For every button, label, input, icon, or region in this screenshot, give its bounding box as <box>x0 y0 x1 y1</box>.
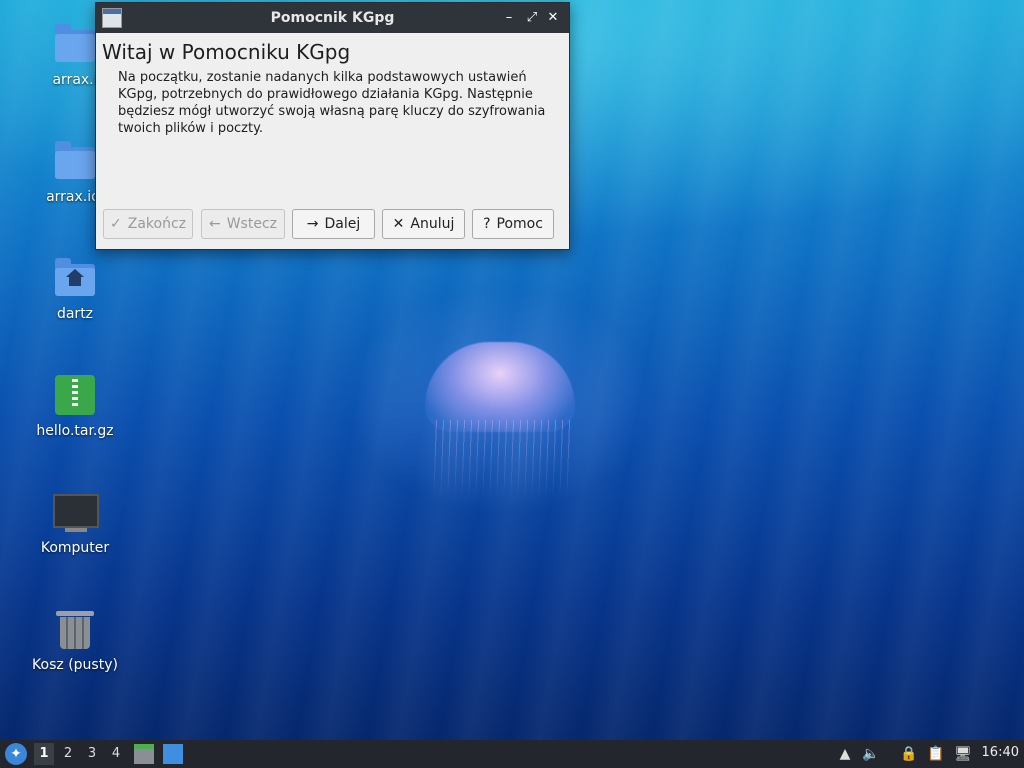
tray-expand-icon[interactable]: ▲ <box>836 744 854 764</box>
workspace-4[interactable]: 4 <box>106 743 126 765</box>
folder-icon <box>55 24 95 62</box>
wizard-description: Na początku, zostanie nadanych kilka pod… <box>118 70 546 136</box>
network-icon[interactable]: 🖥 <box>954 744 972 764</box>
arrow-right-icon: → <box>306 216 319 232</box>
check-icon: ✓ <box>110 216 122 232</box>
help-icon: ? <box>483 216 491 232</box>
lock-icon[interactable]: 🔒 <box>900 744 918 764</box>
desktop-icon-komputer[interactable]: Komputer <box>20 490 130 556</box>
cancel-button-label: Anuluj <box>410 216 455 232</box>
back-button[interactable]: ← Wstecz <box>201 209 285 239</box>
back-button-label: Wstecz <box>226 216 278 232</box>
clipboard-icon[interactable]: 📋 <box>927 744 945 764</box>
start-menu-button[interactable]: ✦ <box>5 743 27 765</box>
wallpaper-jellyfish <box>425 342 575 432</box>
help-button[interactable]: ? Pomoc <box>472 209 554 239</box>
kgpg-wizard-dialog: Pomocnik KGpg – ⤢ ✕ Witaj w Pomocniku KG… <box>95 2 570 250</box>
minimize-button[interactable]: – <box>500 9 518 27</box>
maximize-button[interactable]: ⤢ <box>523 9 541 27</box>
wallpaper-jellyfish-tentacles <box>430 420 570 500</box>
next-button[interactable]: → Dalej <box>292 209 375 239</box>
workspace-3[interactable]: 3 <box>82 743 102 765</box>
desktop-icon-label: Kosz (pusty) <box>32 657 118 673</box>
finish-button[interactable]: ✓ Zakończ <box>103 209 193 239</box>
clock[interactable]: 16:40 <box>982 745 1019 760</box>
desktop-icon-dartz[interactable]: dartz <box>20 256 130 322</box>
next-button-label: Dalej <box>324 216 361 232</box>
lxqt-logo-icon: ✦ <box>10 746 22 762</box>
archive-icon <box>55 375 95 415</box>
x-icon: ✕ <box>392 216 405 232</box>
close-button[interactable]: ✕ <box>544 9 562 27</box>
desktop-icon-label: Komputer <box>40 540 110 556</box>
desktop-icon-label: dartz <box>56 306 94 322</box>
cancel-button[interactable]: ✕ Anuluj <box>382 209 465 239</box>
folder-icon <box>55 141 95 179</box>
taskbar: ✦ 1 2 3 4 ▲ 🔈 🔒 📋 🖥 16:40 <box>0 740 1024 768</box>
volume-icon[interactable]: 🔈 <box>862 744 880 764</box>
wizard-heading: Witaj w Pomocniku KGpg <box>102 40 351 64</box>
computer-icon <box>53 494 99 532</box>
dialog-title: Pomocnik KGpg <box>270 10 395 26</box>
desktop-icon-hello-tar-gz[interactable]: hello.tar.gz <box>20 373 130 439</box>
arrow-left-icon: ← <box>208 216 221 232</box>
file-manager-icon[interactable] <box>134 744 154 764</box>
desktop-icon-trash[interactable]: Kosz (pusty) <box>20 607 130 673</box>
trash-icon <box>56 611 94 649</box>
workspace-1[interactable]: 1 <box>34 743 54 765</box>
workspace-2[interactable]: 2 <box>58 743 78 765</box>
finish-button-label: Zakończ <box>127 216 186 232</box>
help-button-label: Pomoc <box>496 216 543 232</box>
dialog-titlebar[interactable]: Pomocnik KGpg – ⤢ ✕ <box>96 3 569 33</box>
desktop-icon-label: hello.tar.gz <box>36 423 114 439</box>
home-icon <box>66 269 84 286</box>
show-desktop-icon[interactable] <box>163 744 183 764</box>
